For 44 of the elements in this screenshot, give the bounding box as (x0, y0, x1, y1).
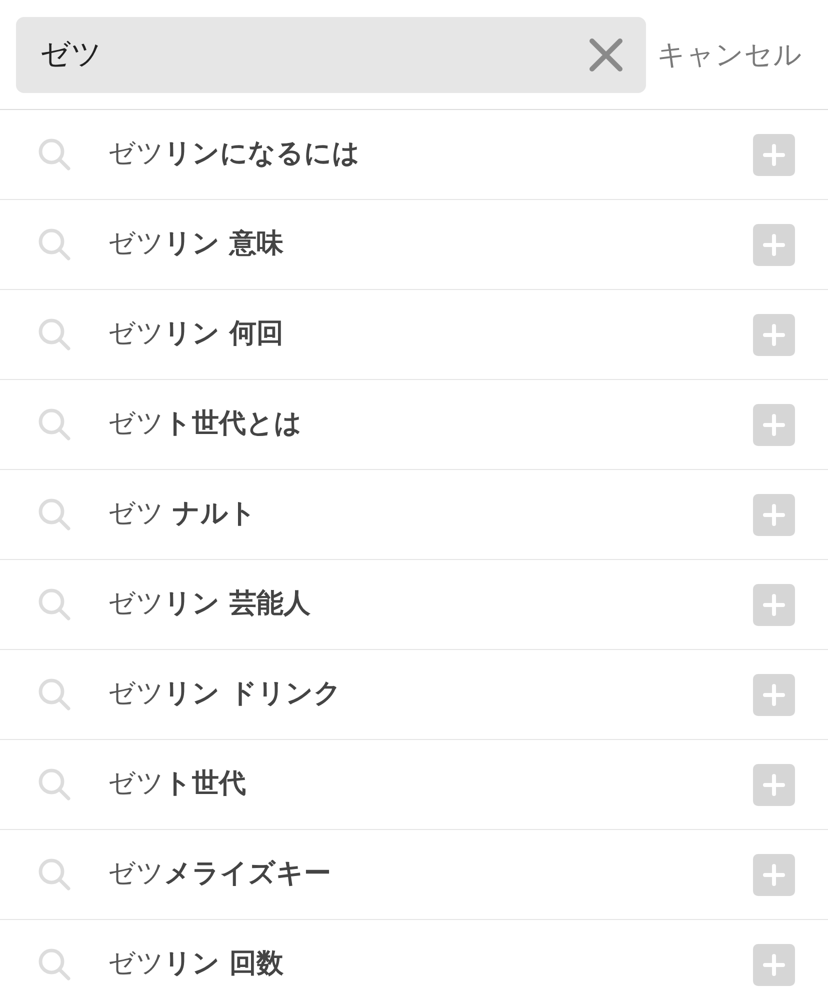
add-button[interactable] (753, 854, 795, 896)
plus-icon (763, 864, 785, 886)
suggestion-text[interactable]: ゼツリン 芸能人 (108, 584, 310, 625)
add-button[interactable] (753, 584, 795, 626)
clear-button[interactable] (588, 36, 624, 72)
suggestion-text[interactable]: ゼツリン ドリンク (108, 674, 342, 715)
suggestion-text[interactable]: ゼツリン 回数 (108, 944, 284, 985)
search-icon (38, 948, 71, 981)
search-icon (38, 408, 71, 441)
close-icon (589, 38, 623, 72)
search-field[interactable]: ゼツ (16, 16, 646, 92)
add-button[interactable] (753, 944, 795, 986)
search-icon (38, 318, 71, 351)
add-button[interactable] (753, 314, 795, 356)
plus-icon (763, 954, 785, 976)
plus-icon (763, 324, 785, 346)
suggestion-text[interactable]: ゼツ ナルト (108, 494, 257, 535)
search-icon (38, 498, 71, 531)
plus-icon (763, 414, 785, 436)
plus-icon (763, 684, 785, 706)
plus-icon (763, 234, 785, 256)
plus-icon (763, 504, 785, 526)
add-button[interactable] (753, 404, 795, 446)
search-icon (38, 138, 71, 171)
suggestion-text[interactable]: ゼツリン 何回 (108, 314, 284, 355)
search-icon (38, 588, 71, 621)
add-button[interactable] (753, 674, 795, 716)
search-icon (38, 678, 71, 711)
add-button[interactable] (753, 764, 795, 806)
plus-icon (763, 594, 785, 616)
plus-icon (763, 774, 785, 796)
search-icon (38, 858, 71, 891)
add-button[interactable] (753, 224, 795, 266)
search-icon (38, 228, 71, 261)
suggestion-text[interactable]: ゼツト世代とは (108, 404, 302, 445)
suggestion-text[interactable]: ゼツメライズキー (108, 854, 331, 895)
search-icon (38, 768, 71, 801)
suggestion-text[interactable]: ゼツト世代 (108, 764, 246, 805)
suggestion-text[interactable]: ゼツリンになるには (108, 134, 360, 175)
add-button[interactable] (753, 134, 795, 176)
add-button[interactable] (753, 494, 795, 536)
plus-icon (763, 144, 785, 166)
suggestion-text[interactable]: ゼツリン 意味 (108, 224, 284, 265)
cancel-button[interactable]: キャンセル (657, 34, 802, 76)
